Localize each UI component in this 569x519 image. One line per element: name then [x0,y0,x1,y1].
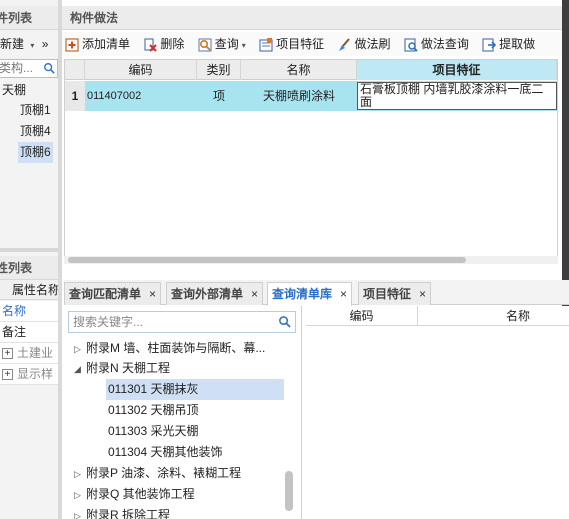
add-list-button[interactable]: 添加清单 [62,32,134,56]
left-horizontal-splitter[interactable] [0,248,58,252]
horizontal-scrollbar[interactable] [64,256,558,264]
more-icon[interactable]: » [42,37,49,51]
cell-features-editor[interactable]: 石膏板顶棚 内墙乳胶漆涂料一底二面 [357,82,557,110]
expand-arrow-icon[interactable]: ▷ [74,485,86,506]
close-icon[interactable]: × [340,287,347,301]
close-icon[interactable]: × [149,287,156,301]
tree-node-ceiling[interactable]: 天棚 [2,80,26,101]
component-list-title: 件列表 [0,6,58,30]
column-header-code[interactable]: 编码 [306,306,418,326]
plus-doc-icon [65,38,79,52]
extract-method-button[interactable]: 提取做 [479,32,539,56]
cell-name[interactable]: 天棚喷刷涂料 [241,81,357,111]
item-features-button[interactable]: 项目特征 [256,32,328,56]
tab-match-list[interactable]: 查询匹配清单 × [64,282,162,305]
library-tree-panel: 搜索关键字... ▷ 附录M 墙、柱面装饰与隔断、幕... ◢ 附录N 天棚工程 0… [64,306,302,519]
search-icon [198,38,212,52]
property-row-note[interactable]: 备注 [0,322,58,343]
column-header-code[interactable]: 编码 [85,60,197,80]
component-search-text: 类构... [0,61,34,75]
property-name-header: 属性名称 [0,280,60,300]
tree-node-011304[interactable]: 011304 天棚其他装饰 [108,442,223,463]
method-grid: 编码 类别 名称 项目特征 1 011407002 项 天棚喷刷涂料 石膏板顶棚… [64,59,558,259]
tree-node-ceiling-1[interactable]: 顶棚1 [20,100,51,121]
new-button[interactable]: 新建 ▾ [0,37,34,51]
keyword-search-placeholder: 搜索关键字... [73,315,144,329]
component-list-toolbar: 新建 ▾ » [0,32,58,56]
query-button[interactable]: 查询 ▾ [195,32,250,56]
extract-icon [482,38,497,52]
close-icon[interactable]: × [419,287,426,301]
chevron-down-icon[interactable]: ▾ [30,41,34,50]
bottom-tab-bar: 查询匹配清单 × 查询外部清单 × 查询清单库 × 项目特征 × [64,280,569,306]
cell-type[interactable]: 项 [197,81,241,111]
property-label: 土建业 [17,346,54,360]
tree-node-ceiling-6[interactable]: 顶棚6 [18,142,53,163]
delete-button[interactable]: 删除 [140,32,188,56]
expand-arrow-icon[interactable]: ▷ [74,339,86,360]
result-table-header: 编码 名称 [306,306,569,326]
property-row-name[interactable]: 名称 [0,301,58,322]
tree-node-011303[interactable]: 011303 采光天棚 [108,421,199,442]
expand-arrow-icon[interactable]: ▷ [74,464,86,485]
tree-node-appendix-q[interactable]: ▷ 附录Q 其他装饰工程 [74,484,195,505]
tab-list-library[interactable]: 查询清单库 × [267,282,353,306]
tree-node-ceiling-4[interactable]: 顶棚4 [20,121,51,142]
property-label: 显示样 [17,367,54,381]
tree-node-appendix-p[interactable]: ▷ 附录P 油漆、涂料、裱糊工程 [74,463,241,484]
method-toolbar: 添加清单 删除 查询 ▾ 项目特征 做法刷 做法查询 提取做 [62,32,569,56]
property-label: 备注 [2,325,27,339]
tree-node-011301[interactable]: 011301 天棚抹灰 [106,379,284,400]
tab-external-list[interactable]: 查询外部清单 × [166,282,264,305]
property-label: 名称 [2,304,27,318]
collapse-arrow-icon[interactable]: ◢ [74,359,86,380]
search-icon[interactable] [43,62,55,74]
tab-item-features[interactable]: 项目特征 × [358,282,432,305]
column-header-name[interactable]: 名称 [418,306,569,326]
column-header-type[interactable]: 类别 [197,60,241,80]
vertical-scrollbar-thumb[interactable] [285,471,293,511]
tree-node-011302[interactable]: 011302 天棚吊顶 [108,400,199,421]
library-result-table: 编码 名称 [306,306,569,519]
property-row-display-style[interactable]: + 显示样 [0,364,58,385]
property-list-title: 性列表 [0,256,58,280]
chevron-down-icon[interactable]: ▾ [242,41,246,50]
tree-node-appendix-n[interactable]: ◢ 附录N 天棚工程 [74,358,170,379]
row-number[interactable]: 1 [65,81,85,111]
method-query-icon [404,38,418,52]
expand-arrow-icon[interactable]: ▷ [74,506,86,519]
item-features-icon [259,37,273,52]
grid-corner [65,60,85,80]
expand-icon[interactable]: + [2,348,13,360]
keyword-search-input[interactable]: 搜索关键字... [68,311,296,333]
method-query-button[interactable]: 做法查询 [401,32,473,56]
grid-header: 编码 类别 名称 项目特征 [65,60,557,80]
tree-node-appendix-r[interactable]: ▷ 附录R 拆除工程 [74,505,170,519]
method-brush-button[interactable]: 做法刷 [334,32,394,56]
cell-code[interactable]: 011407002 [87,81,197,111]
delete-icon [143,38,158,52]
component-method-title: 构件做法 [62,6,569,30]
column-header-name[interactable]: 名称 [241,60,357,80]
scrollbar-thumb[interactable] [68,257,466,263]
component-search-input[interactable]: 类构... [0,59,58,78]
property-row-civil[interactable]: + 土建业 [0,343,58,364]
brush-icon [337,38,351,52]
column-header-features[interactable]: 项目特征 [357,60,557,80]
tree-node-appendix-m[interactable]: ▷ 附录M 墙、柱面装饰与隔断、幕... [74,338,265,359]
search-icon[interactable] [278,315,291,328]
table-row[interactable]: 1 011407002 项 天棚喷刷涂料 石膏板顶棚 内墙乳胶漆涂料一底二面 [65,81,557,111]
close-icon[interactable]: × [251,287,258,301]
expand-icon[interactable]: + [2,369,13,381]
